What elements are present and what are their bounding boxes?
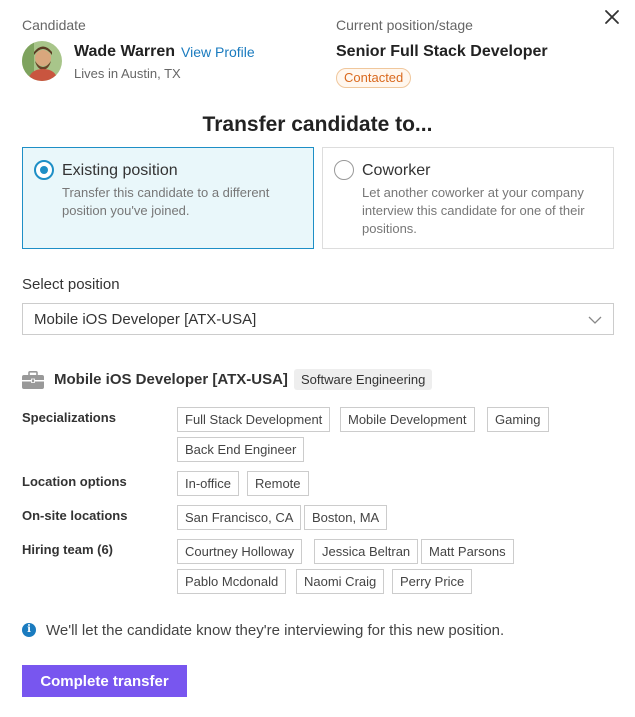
- info-icon: i: [22, 623, 36, 637]
- coworker-option[interactable]: Coworker Let another coworker at your co…: [322, 147, 614, 249]
- existing-position-desc: Transfer this candidate to a different p…: [62, 185, 270, 218]
- briefcase-icon: [22, 371, 44, 389]
- position-select[interactable]: Mobile iOS Developer [ATX-USA]: [22, 303, 614, 335]
- specialization-tag: Gaming: [487, 407, 549, 432]
- department-tag: Software Engineering: [294, 369, 433, 390]
- onsite-location-tag: San Francisco, CA: [177, 505, 302, 530]
- existing-position-title: Existing position: [62, 162, 178, 179]
- location-options-label: Location options: [22, 474, 127, 489]
- specialization-tag: Back End Engineer: [177, 437, 305, 462]
- coworker-desc: Let another coworker at your company int…: [362, 185, 585, 236]
- hiring-team-member: Matt Parsons: [421, 539, 514, 564]
- hiring-team-member: Perry Price: [392, 569, 473, 594]
- view-profile-link[interactable]: View Profile: [181, 44, 255, 60]
- candidate-location: Lives in Austin, TX: [74, 66, 181, 81]
- existing-position-radio[interactable]: [34, 160, 54, 180]
- info-text: We'll let the candidate know they're int…: [46, 622, 505, 639]
- candidate-label: Candidate: [22, 17, 86, 33]
- existing-position-option[interactable]: Existing position Transfer this candidat…: [22, 147, 314, 249]
- location-option-tag: In-office: [177, 471, 240, 496]
- candidate-name: Wade Warren: [74, 43, 176, 60]
- chevron-down-icon: [588, 313, 602, 327]
- specializations-label: Specializations: [22, 410, 116, 425]
- onsite-location-tag: Boston, MA: [304, 505, 388, 530]
- close-icon[interactable]: [603, 8, 621, 26]
- select-position-label: Select position: [22, 276, 120, 293]
- avatar: [22, 41, 62, 81]
- specialization-tag: Full Stack Development: [177, 407, 331, 432]
- specialization-tag: Mobile Development: [340, 407, 475, 432]
- hiring-team-member: Pablo Mcdonald: [177, 569, 287, 594]
- transfer-title: Transfer candidate to...: [202, 113, 433, 136]
- hiring-team-member: Jessica Beltran: [314, 539, 419, 564]
- hiring-team-member: Naomi Craig: [296, 569, 385, 594]
- current-position-label: Current position/stage: [336, 17, 473, 33]
- location-option-tag: Remote: [247, 471, 309, 496]
- stage-badge: Contacted: [336, 68, 412, 88]
- position-name: Mobile iOS Developer [ATX-USA]: [54, 371, 288, 388]
- hiring-team-label: Hiring team (6): [22, 542, 114, 557]
- current-position-title: Senior Full Stack Developer: [336, 43, 548, 60]
- position-select-value: Mobile iOS Developer [ATX-USA]: [34, 311, 257, 328]
- complete-transfer-button[interactable]: Complete transfer: [22, 665, 187, 697]
- coworker-title: Coworker: [362, 162, 431, 179]
- coworker-radio[interactable]: [334, 160, 354, 180]
- onsite-locations-label: On-site locations: [22, 508, 128, 523]
- hiring-team-member: Courtney Holloway: [177, 539, 303, 564]
